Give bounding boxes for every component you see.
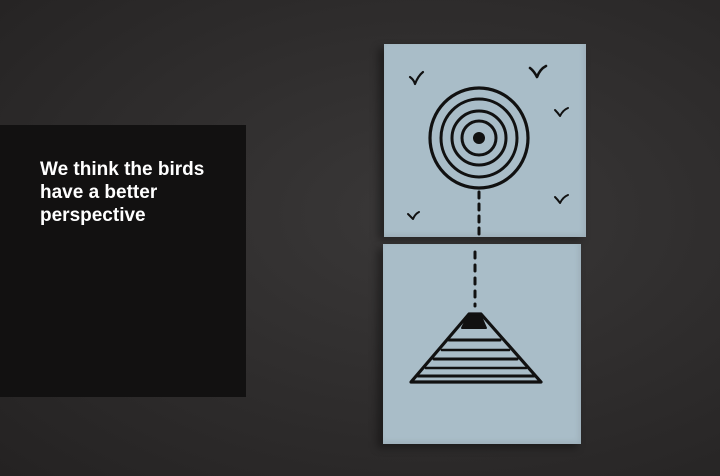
bird-icon bbox=[407, 211, 420, 220]
bird-icon bbox=[554, 194, 569, 204]
bird-icon bbox=[528, 64, 548, 79]
caption-text: We think the birds have a better perspec… bbox=[40, 158, 240, 227]
sticky-note-top bbox=[384, 44, 586, 237]
bird-icon bbox=[554, 107, 569, 117]
caption-line-1: We think the birds bbox=[40, 159, 205, 180]
pyramid-drawing bbox=[409, 250, 543, 384]
pyramid-icon bbox=[409, 312, 543, 384]
sticky-note-bottom bbox=[383, 244, 581, 444]
target-drawing bbox=[407, 64, 569, 237]
target-icon bbox=[428, 86, 530, 190]
caption-line-3: perspective bbox=[40, 205, 146, 226]
caption-line-2: have a better bbox=[40, 182, 158, 203]
bird-icon bbox=[408, 70, 425, 86]
